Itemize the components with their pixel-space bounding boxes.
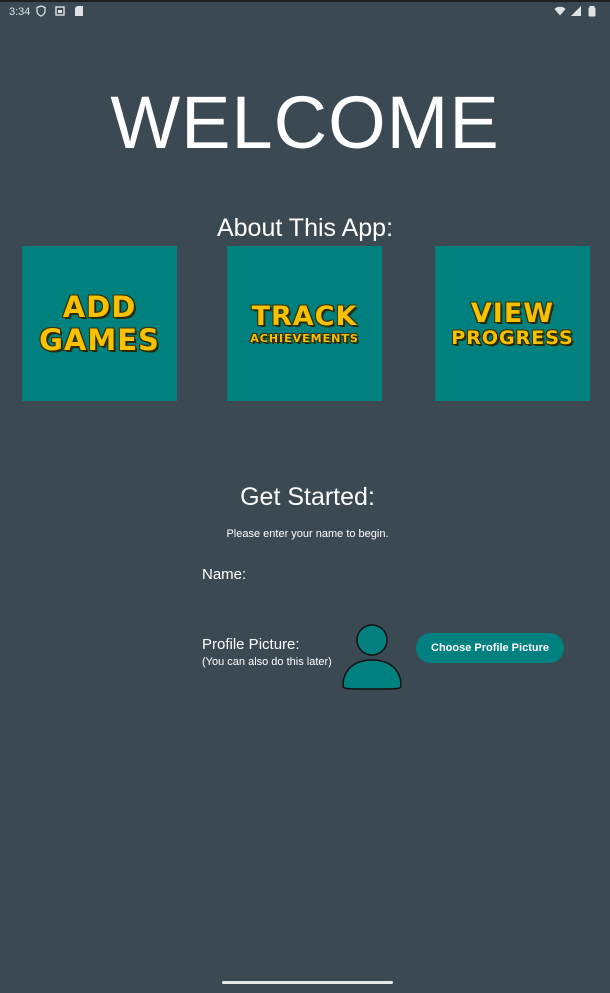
- add-games-tile-line1: ADD: [62, 289, 137, 324]
- track-achievements-tile: TRACK ACHIEVEMENTS: [227, 246, 382, 401]
- wifi-icon: [554, 6, 566, 16]
- signal-icon: [571, 6, 581, 16]
- photo-icon: [55, 6, 65, 16]
- name-input[interactable]: [250, 562, 414, 590]
- status-bar: 3:34: [0, 0, 610, 22]
- view-progress-tile-line1: VIEW: [470, 297, 555, 329]
- avatar-placeholder-icon: [342, 624, 402, 690]
- about-heading: About This App:: [216, 214, 394, 242]
- profile-picture-label: Profile Picture:: [202, 636, 300, 653]
- get-started-heading: Get Started:: [240, 483, 375, 511]
- track-achievements-tile-line1: TRACK: [251, 301, 358, 332]
- shield-icon: [36, 5, 46, 17]
- instructions-text: Please enter your name to begin.: [226, 528, 389, 540]
- name-label: Name:: [202, 566, 247, 583]
- battery-icon: [588, 6, 596, 17]
- view-progress-tile: VIEW PROGRESS: [435, 246, 590, 401]
- welcome-heading: WELCOME: [110, 81, 500, 164]
- profile-picture-hint: (You can also do this later): [202, 656, 332, 668]
- home-indicator[interactable]: [222, 981, 393, 984]
- view-progress-tile-line2: PROGRESS: [451, 326, 574, 349]
- sd-card-icon: [75, 6, 83, 16]
- status-time: 3:34: [9, 6, 31, 18]
- add-games-tile: ADD GAMES: [22, 246, 177, 401]
- track-achievements-tile-line2: ACHIEVEMENTS: [250, 332, 359, 345]
- choose-profile-picture-button[interactable]: Choose Profile Picture: [416, 633, 564, 663]
- add-games-tile-line2: GAMES: [39, 322, 160, 357]
